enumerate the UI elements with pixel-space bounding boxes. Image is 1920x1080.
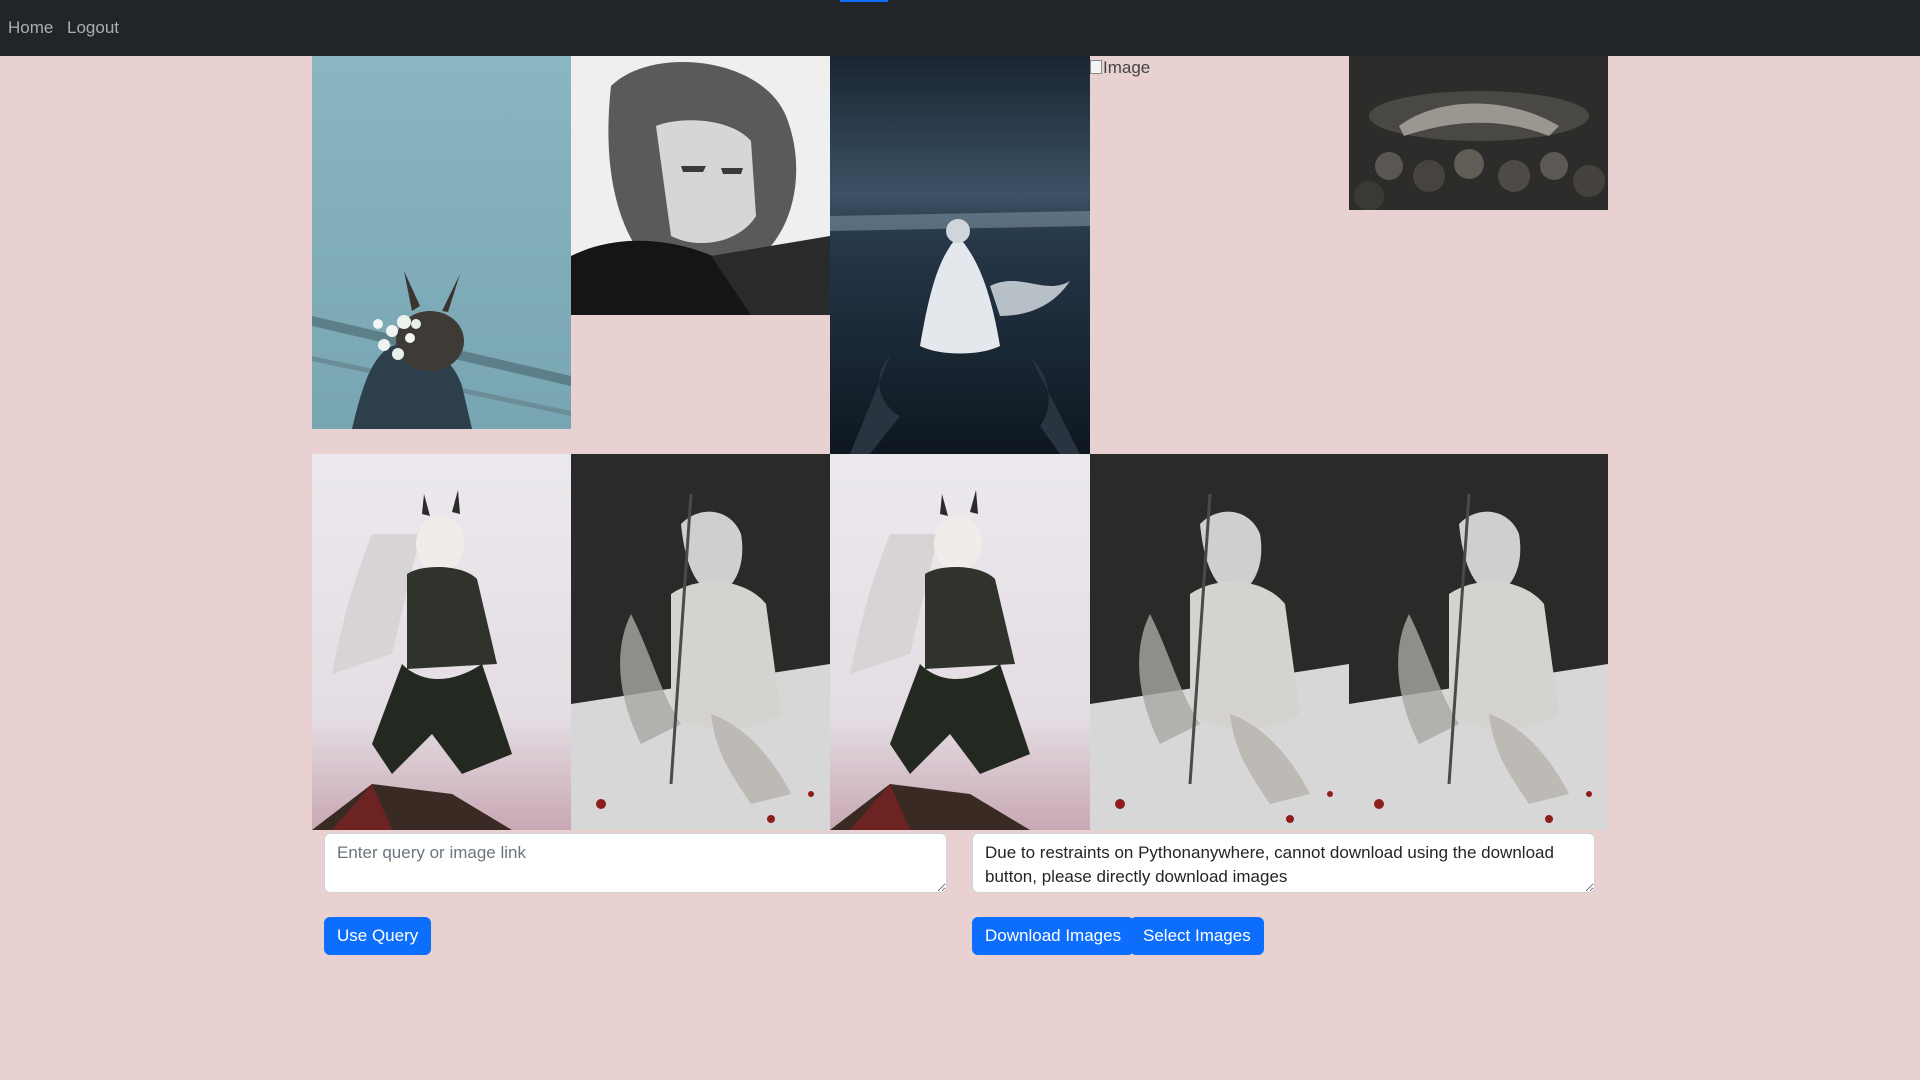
gallery-image-8[interactable] <box>830 454 1090 830</box>
gallery-image-4-broken[interactable]: Image <box>1090 56 1349 80</box>
gallery-image-1[interactable] <box>312 56 571 429</box>
select-images-button[interactable]: Select Images <box>1130 917 1264 955</box>
download-images-button[interactable]: Download Images <box>972 917 1135 955</box>
gallery-image-3[interactable] <box>830 56 1090 454</box>
use-query-button[interactable]: Use Query <box>324 917 432 955</box>
broken-image-alt-text: Image <box>1103 58 1151 77</box>
gallery-image-6[interactable] <box>312 454 571 830</box>
gallery-image-9[interactable] <box>1090 454 1349 830</box>
navbar: Home Logout <box>0 0 1920 56</box>
gallery-image-2[interactable] <box>571 56 830 315</box>
nav-logout-link[interactable]: Logout <box>67 17 119 39</box>
query-input[interactable] <box>324 833 947 893</box>
broken-image-icon <box>1090 60 1102 74</box>
gallery-image-10[interactable] <box>1349 454 1608 830</box>
gallery-image-5[interactable] <box>1349 56 1608 210</box>
nav-active-indicator <box>840 0 888 2</box>
nav-home-link[interactable]: Home <box>8 17 53 39</box>
gallery-image-7[interactable] <box>571 454 830 830</box>
download-notice-field[interactable]: Due to restraints on Pythonanywhere, can… <box>972 833 1595 893</box>
